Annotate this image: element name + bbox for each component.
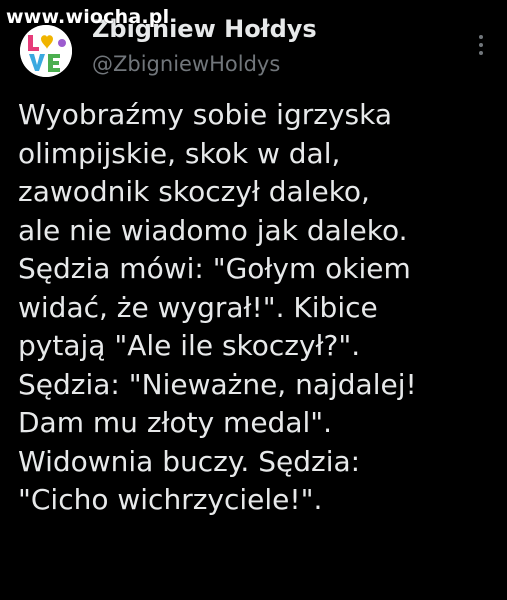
tweet-line: pytają "Ale ile skoczył?". <box>18 329 361 362</box>
tweet-line: Sędzia: "Nieważne, najdalej! <box>18 367 417 401</box>
more-options-button[interactable] <box>469 30 493 60</box>
tweet-line: widać, że wygrał!". Kibice <box>18 290 378 324</box>
tweet-line: Wyobraźmy sobie igrzyska <box>18 98 392 131</box>
tweet-line: zawodnik skoczył daleko, <box>18 175 370 208</box>
tweet-line: Sędzia mówi: "Gołym okiem <box>18 252 411 285</box>
author-handle[interactable]: @ZbigniewHoldys <box>92 52 280 76</box>
more-vertical-icon <box>469 30 493 55</box>
tweet-line: Widownia buczy. Sędzia: <box>18 444 361 478</box>
tweet-line: olimpijskie, skok w dal, <box>18 136 341 170</box>
avatar[interactable] <box>20 25 72 77</box>
watermark: www.wiocha.pl <box>6 6 170 28</box>
tweet-line: ale nie wiadomo jak daleko. <box>18 213 408 247</box>
tweet-line: Dam mu złoty medal". <box>18 406 333 439</box>
tweet-text: Wyobraźmy sobie igrzyska olimpijskie, sk… <box>18 96 498 520</box>
love-logo-icon <box>20 25 72 77</box>
tweet-line: "Cicho wichrzyciele!". <box>18 483 323 516</box>
